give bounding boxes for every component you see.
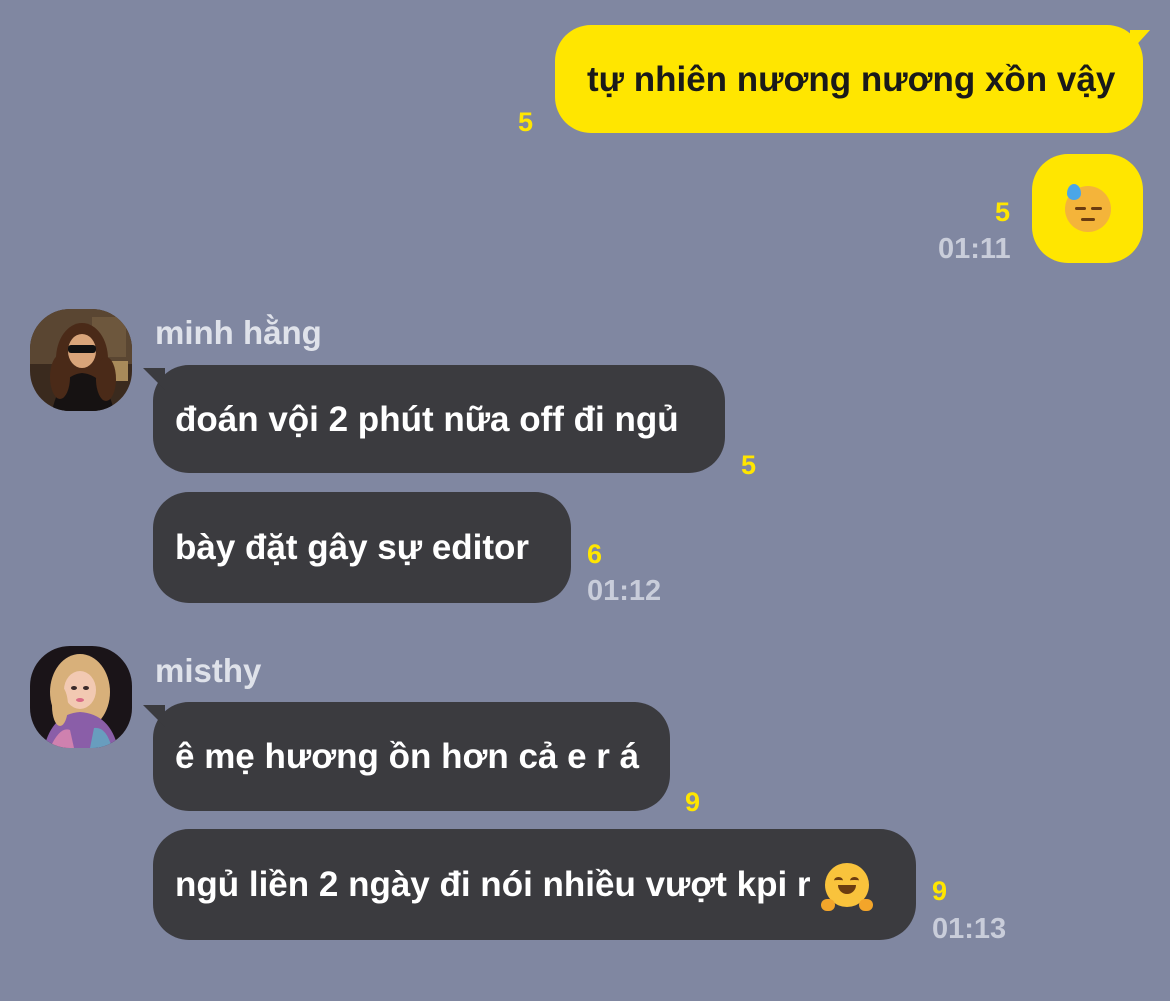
avatar-minh-hang[interactable] (30, 309, 132, 411)
incoming-message-bubble[interactable]: ngủ liền 2 ngày đi nói nhiều vượt kpi r (153, 829, 916, 940)
read-count: 5 (518, 107, 534, 137)
bubble-tail (143, 368, 165, 390)
message-text: bày đặt gây sự editor (175, 528, 530, 567)
read-count: 9 (932, 876, 948, 906)
avatar-photo-icon (30, 309, 132, 411)
message-timestamp: 01:12 (587, 575, 662, 607)
downcast-face-with-sweat-icon (1064, 183, 1111, 232)
message-timestamp: 01:13 (932, 913, 1007, 945)
message-text: ê mẹ hương ồn hơn cả e r á (175, 737, 640, 776)
sender-name: misthy (155, 652, 262, 689)
message-text: ngủ liền 2 ngày đi nói nhiều vượt kpi r (175, 865, 811, 904)
message-text: tự nhiên nương nương xồn vậy (587, 59, 1116, 99)
read-count: 5 (741, 450, 757, 480)
message-text: đoán vội 2 phút nữa off đi ngủ (175, 399, 679, 439)
outgoing-emoji-bubble[interactable] (1032, 154, 1143, 263)
bubble-tail (143, 705, 165, 727)
read-count: 9 (685, 787, 701, 817)
avatar-photo-icon (30, 646, 132, 748)
hugging-face-icon (820, 862, 873, 911)
outgoing-message-bubble[interactable]: tự nhiên nương nương xồn vậy (555, 25, 1143, 133)
sender-name: minh hằng (155, 314, 322, 351)
message-timestamp: 01:11 (938, 233, 1011, 265)
read-count: 6 (587, 539, 603, 569)
incoming-message-bubble[interactable]: bày đặt gây sự editor (153, 492, 571, 603)
incoming-message-bubble[interactable]: đoán vội 2 phút nữa off đi ngủ (153, 365, 725, 473)
read-count: 5 (995, 197, 1011, 227)
incoming-message-bubble[interactable]: ê mẹ hương ồn hơn cả e r á (153, 702, 670, 811)
avatar-misthy[interactable] (30, 646, 132, 748)
bubble-tail (1130, 30, 1150, 52)
